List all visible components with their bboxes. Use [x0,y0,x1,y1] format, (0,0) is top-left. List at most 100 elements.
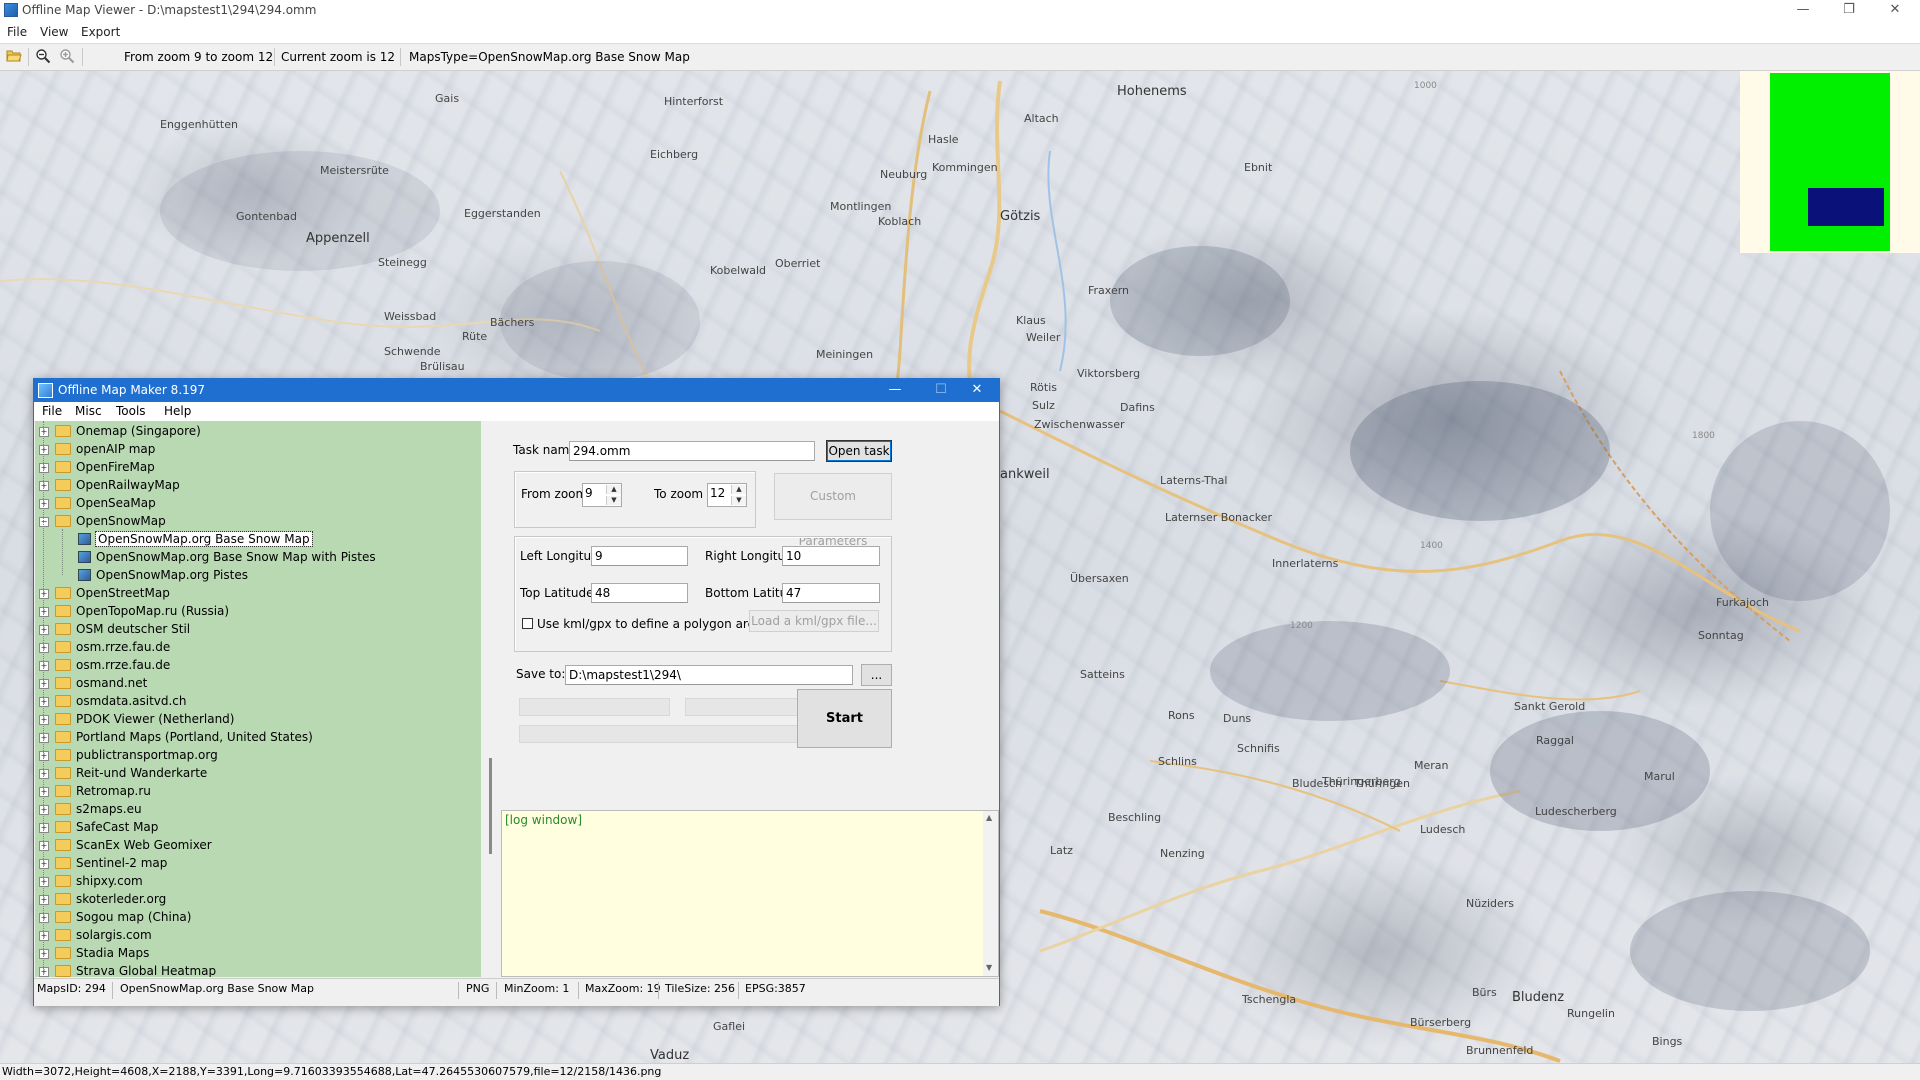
expand-icon[interactable]: + [39,499,49,509]
dialog-close-button[interactable]: ✕ [954,379,1000,402]
tree-folder-item[interactable]: + OpenSeaMap [35,495,481,513]
bottom-latitude-input[interactable]: 47 [782,583,880,603]
zoom-out-button[interactable] [34,48,52,66]
expand-icon[interactable]: + [39,589,49,599]
map-source-tree[interactable]: + Onemap (Singapore) + openAIP map + OpenFire… [35,421,481,977]
expand-icon[interactable]: + [39,733,49,743]
tree-folder-item[interactable]: + Onemap (Singapore) [35,423,481,441]
dialog-menu-help[interactable]: Help [164,404,191,418]
expand-icon[interactable]: + [39,607,49,617]
menu-file[interactable]: File [7,25,27,39]
restore-button[interactable]: ❐ [1826,0,1872,22]
open-task-button[interactable]: Open task ... [826,440,892,478]
tree-folder-item[interactable]: + SafeCast Map [35,819,481,837]
expand-icon[interactable]: + [39,661,49,671]
minimap-viewport[interactable] [1808,188,1884,226]
expand-icon[interactable]: + [39,841,49,851]
tree-folder-item[interactable]: + osm.rrze.fau.de [35,639,481,657]
spin-up-icon[interactable]: ▲ [731,485,746,494]
expand-icon[interactable]: + [39,949,49,959]
expand-icon[interactable]: + [39,913,49,923]
expand-icon[interactable]: + [39,643,49,653]
expand-icon[interactable]: + [39,751,49,761]
expand-icon[interactable]: + [39,769,49,779]
expand-icon[interactable]: + [39,787,49,797]
tree-folder-item[interactable]: + solargis.com [35,927,481,945]
tree-folder-item[interactable]: + Retromap.ru [35,783,481,801]
expand-icon[interactable]: + [39,445,49,455]
collapse-icon[interactable]: − [39,517,49,527]
to-zoom-spinner[interactable]: 12 ▲ ▼ [707,483,747,507]
custom-parameters-button[interactable]: Custom Parameters [774,473,892,548]
tree-folder-item[interactable]: + osm.rrze.fau.de [35,657,481,675]
tree-folder-item[interactable]: + OpenFireMap [35,459,481,477]
tree-folder-item[interactable]: + shipxy.com [35,873,481,891]
tree-folder-item[interactable]: + Sogou map (China) [35,909,481,927]
expand-icon[interactable]: + [39,625,49,635]
close-button[interactable]: ✕ [1872,0,1918,22]
tree-folder-item[interactable]: + openAIP map [35,441,481,459]
tree-folder-item[interactable]: + OpenStreetMap [35,585,481,603]
log-window[interactable]: [log window] ▲ ▼ [501,810,999,977]
top-latitude-input[interactable]: 48 [591,583,688,603]
scroll-down-icon[interactable]: ▼ [986,963,992,972]
log-scrollbar[interactable]: ▲ ▼ [983,811,998,976]
spin-up-icon[interactable]: ▲ [606,485,621,494]
tree-folder-item[interactable]: + Strava Global Heatmap [35,963,481,977]
tree-scrollbar-thumb[interactable] [489,758,492,854]
tree-folder-item[interactable]: + skoterleder.org [35,891,481,909]
expand-icon[interactable]: + [39,715,49,725]
tree-folder-item[interactable]: + Sentinel-2 map [35,855,481,873]
expand-icon[interactable]: + [39,697,49,707]
from-zoom-spinner[interactable]: 9 ▲ ▼ [582,483,622,507]
expand-icon[interactable]: + [39,967,49,977]
save-to-input[interactable]: D:\mapstest1\294\ [565,665,853,685]
tree-folder-item[interactable]: + OSM deutscher Stil [35,621,481,639]
spin-down-icon[interactable]: ▼ [731,496,746,505]
tree-folder-item[interactable]: + Reit-und Wanderkarte [35,765,481,783]
minimap[interactable] [1740,71,1920,253]
tree-folder-item[interactable]: − OpenSnowMap [35,513,481,531]
start-button[interactable]: Start [797,689,892,748]
expand-icon[interactable]: + [39,859,49,869]
menu-export[interactable]: Export [81,25,120,39]
tree-folder-item[interactable]: + OpenTopoMap.ru (Russia) [35,603,481,621]
dialog-menu-file[interactable]: File [42,404,62,418]
tree-folder-item[interactable]: + Stadia Maps [35,945,481,963]
tree-map-item[interactable]: OpenSnowMap.org Base Snow Map [35,531,481,549]
browse-folder-button[interactable]: ... [861,664,892,686]
expand-icon[interactable]: + [39,463,49,473]
expand-icon[interactable]: + [39,895,49,905]
expand-icon[interactable]: + [39,805,49,815]
menu-view[interactable]: View [40,25,68,39]
tree-map-item[interactable]: OpenSnowMap.org Base Snow Map with Piste… [35,549,481,567]
expand-icon[interactable]: + [39,823,49,833]
dialog-menu-tools[interactable]: Tools [116,404,146,418]
dialog-minimize-button[interactable]: — [872,379,918,402]
expand-icon[interactable]: + [39,931,49,941]
spin-down-icon[interactable]: ▼ [606,496,621,505]
tree-folder-item[interactable]: + s2maps.eu [35,801,481,819]
tree-map-item[interactable]: OpenSnowMap.org Pistes [35,567,481,585]
tree-folder-item[interactable]: + ScanEx Web Geomixer [35,837,481,855]
expand-icon[interactable]: + [39,877,49,887]
tree-folder-item[interactable]: + publictransportmap.org [35,747,481,765]
tree-folder-item[interactable]: + OpenRailwayMap [35,477,481,495]
minimize-button[interactable]: — [1780,0,1826,22]
dialog-menu-misc[interactable]: Misc [75,404,102,418]
tree-folder-item[interactable]: + osmand.net [35,675,481,693]
tree-folder-item[interactable]: + osmdata.asitvd.ch [35,693,481,711]
scroll-up-icon[interactable]: ▲ [986,813,992,822]
tree-scrollbar[interactable] [484,421,501,977]
task-name-input[interactable]: 294.omm [569,441,815,461]
tree-folder-item[interactable]: + PDOK Viewer (Netherland) [35,711,481,729]
expand-icon[interactable]: + [39,481,49,491]
open-folder-button[interactable] [5,48,23,66]
zoom-in-button[interactable] [58,48,76,66]
right-longitude-input[interactable]: 10 [782,546,880,566]
load-kml-button[interactable]: Load a kml/gpx file... [749,610,879,632]
expand-icon[interactable]: + [39,427,49,437]
kml-checkbox[interactable] [522,618,533,629]
tree-folder-item[interactable]: + Portland Maps (Portland, United States) [35,729,481,747]
left-longitude-input[interactable]: 9 [591,546,688,566]
